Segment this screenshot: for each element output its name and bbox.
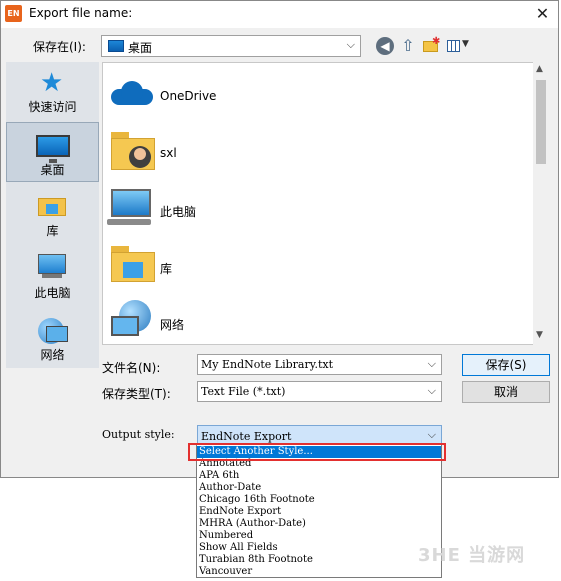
dropdown-option[interactable]: APA 6th	[199, 470, 239, 482]
network-icon	[111, 300, 151, 340]
filename-label: 文件名(N):	[102, 361, 161, 375]
place-label: 桌面	[40, 163, 65, 177]
title-bar: EN Export file name: ✕	[1, 1, 558, 28]
export-dialog: EN Export file name: ✕ 保存在(I): 桌面 ⌵ ◀ ⇧ …	[0, 0, 559, 478]
place-network[interactable]: 网络	[6, 312, 99, 368]
scroll-up-icon[interactable]: ▲	[536, 64, 543, 74]
computer-icon	[38, 254, 66, 274]
output-style-value: EndNote Export	[201, 430, 292, 443]
user-folder-icon	[111, 132, 155, 170]
scroll-down-icon[interactable]: ▼	[536, 330, 543, 340]
scroll-thumb[interactable]	[536, 80, 546, 164]
filetype-label: 保存类型(T):	[102, 387, 171, 401]
screenshot-root: EN Export file name: ✕ 保存在(I): 桌面 ⌵ ◀ ⇧ …	[0, 0, 561, 581]
output-style-label: Output style:	[102, 428, 175, 441]
dropdown-option[interactable]: Vancouver	[199, 566, 252, 578]
file-list-scrollbar[interactable]: ▲ ▼	[533, 62, 549, 345]
list-item[interactable]: sxl	[107, 126, 527, 182]
filename-value: My EndNote Library.txt	[201, 358, 334, 371]
quick-access-star-icon: ★	[40, 68, 64, 98]
place-computer[interactable]: 此电脑	[6, 248, 99, 304]
back-arrow-icon[interactable]: ◀	[376, 37, 394, 55]
place-desktop[interactable]: 桌面	[6, 122, 99, 182]
places-bar: ★ 快速访问 桌面 库 此电脑 网络	[6, 62, 99, 368]
save-button[interactable]: 保存(S)	[462, 354, 550, 376]
network-monitor	[46, 326, 68, 342]
dropdown-option[interactable]: Numbered	[199, 530, 253, 542]
filetype-select[interactable]: Text File (*.txt) ⌵	[197, 381, 442, 402]
place-label: 网络	[40, 348, 65, 362]
place-label: 库	[46, 224, 59, 238]
watermark-logo: 3HE 当游网	[418, 545, 526, 566]
list-item[interactable]: 库	[107, 240, 527, 296]
list-item[interactable]: OneDrive	[107, 69, 527, 125]
desktop-icon	[108, 40, 124, 52]
library-icon	[111, 246, 155, 282]
desktop-icon	[36, 135, 70, 157]
file-label: 此电脑	[160, 205, 197, 219]
chevron-down-icon[interactable]: ⌵	[428, 428, 436, 442]
new-folder-icon[interactable]: ✱	[422, 36, 440, 55]
list-item[interactable]: 网络	[107, 296, 527, 344]
save-in-select[interactable]: 桌面 ⌵	[101, 35, 361, 57]
file-label: OneDrive	[160, 89, 217, 103]
place-quick-access[interactable]: ★ 快速访问	[6, 62, 99, 120]
output-style-dropdown[interactable]: Select Another Style... Annotated APA 6t…	[196, 444, 442, 578]
file-list[interactable]: OneDrive sxl 此电脑 库 网络	[102, 62, 549, 345]
endnote-app-icon: EN	[5, 5, 22, 22]
close-icon[interactable]: ✕	[527, 1, 558, 28]
dropdown-option[interactable]: Chicago 16th Footnote	[199, 494, 315, 506]
file-label: sxl	[160, 146, 177, 160]
annotation-highlight-box	[188, 443, 446, 461]
library-icon	[38, 194, 66, 216]
file-label: 库	[160, 262, 173, 276]
save-in-label: 保存在(I):	[33, 40, 86, 54]
onedrive-cloud-icon	[111, 81, 153, 105]
chevron-down-icon[interactable]: ⌵	[428, 357, 436, 371]
chevron-down-icon: ⌵	[346, 38, 355, 51]
place-label: 此电脑	[34, 286, 71, 300]
place-library[interactable]: 库	[6, 188, 99, 244]
dropdown-option[interactable]: Turabian 8th Footnote	[199, 554, 313, 566]
filetype-value: Text File (*.txt)	[201, 385, 286, 398]
dropdown-option[interactable]: MHRA (Author-Date)	[199, 518, 306, 530]
place-label: 快速访问	[28, 100, 77, 114]
save-in-value: 桌面	[128, 41, 153, 55]
up-folder-icon[interactable]: ⇧	[399, 37, 417, 55]
view-menu-icon[interactable]: ▼	[447, 37, 473, 55]
dropdown-option[interactable]: Author-Date	[199, 482, 261, 494]
dropdown-option[interactable]: Show All Fields	[199, 542, 278, 554]
chevron-down-icon[interactable]: ⌵	[428, 384, 436, 398]
dropdown-option[interactable]: EndNote Export	[199, 506, 281, 518]
list-item[interactable]: 此电脑	[107, 183, 527, 239]
file-label: 网络	[160, 318, 185, 332]
cancel-button[interactable]: 取消	[462, 381, 550, 403]
computer-base	[107, 219, 151, 225]
computer-base	[42, 274, 62, 278]
computer-icon	[111, 189, 151, 217]
filename-field[interactable]: My EndNote Library.txt ⌵	[197, 354, 442, 375]
window-title: Export file name:	[29, 6, 133, 20]
